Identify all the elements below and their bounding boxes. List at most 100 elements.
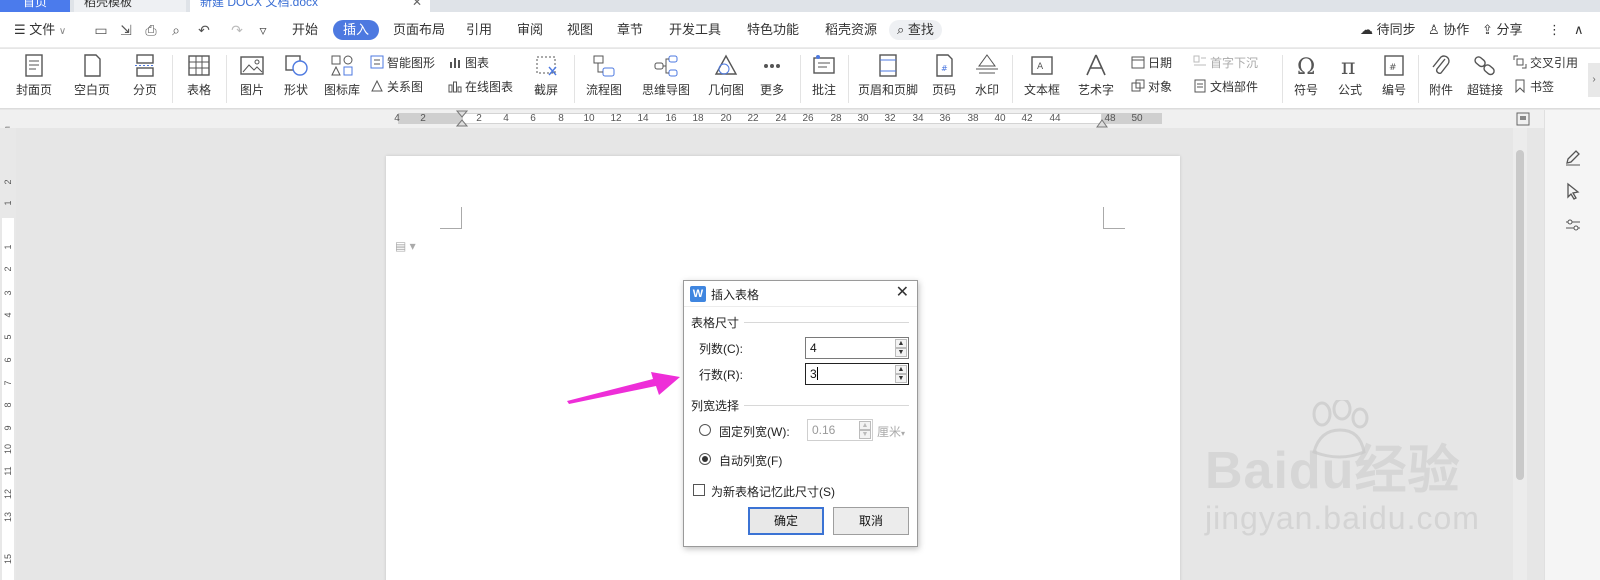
- fixed-width-radio[interactable]: [699, 424, 711, 436]
- ribbon-separator: [1418, 55, 1419, 103]
- customize-icon[interactable]: ▿: [255, 22, 271, 38]
- object-button[interactable]: 对象: [1131, 77, 1172, 97]
- remember-size-checkbox[interactable]: [693, 484, 705, 496]
- blank-page-button[interactable]: 空白页: [66, 49, 118, 109]
- unit-select[interactable]: 厘米▾: [877, 423, 905, 440]
- drop-cap-button[interactable]: 首字下沉: [1193, 53, 1258, 73]
- scrollbar-thumb[interactable]: [1516, 150, 1524, 480]
- shape-button[interactable]: 形状: [274, 49, 318, 109]
- indent-marker-icon[interactable]: [456, 110, 468, 130]
- auto-width-radio[interactable]: [699, 453, 711, 465]
- geometry-button[interactable]: 几何图: [702, 49, 750, 109]
- ribbon-scroll-right-icon[interactable]: ›: [1588, 63, 1600, 97]
- right-indent-marker-icon[interactable]: [1096, 118, 1108, 128]
- stepper-up-icon[interactable]: ▲: [895, 339, 907, 348]
- geometry-icon: [714, 54, 738, 75]
- paragraph-marker-icon[interactable]: ▤ ▾: [395, 239, 416, 253]
- more-button[interactable]: 更多: [752, 49, 792, 109]
- collapse-ribbon-icon[interactable]: ∧: [1574, 12, 1584, 48]
- menu-start[interactable]: 开始: [292, 12, 318, 48]
- smartart-button[interactable]: 智能图形: [370, 53, 435, 73]
- symbol-button[interactable]: Ω 符号: [1286, 49, 1326, 109]
- menu-view[interactable]: 视图: [567, 12, 593, 48]
- chart-button[interactable]: 图表: [448, 53, 489, 73]
- flowchart-button[interactable]: 流程图: [578, 49, 630, 109]
- menu-insert[interactable]: 插入: [333, 20, 380, 40]
- hyperlink-label: 超链接: [1466, 83, 1503, 97]
- cross-ref-button[interactable]: 交叉引用: [1513, 53, 1578, 73]
- stepper-down-icon[interactable]: ▼: [895, 374, 907, 383]
- bookmark-button[interactable]: 书签: [1513, 77, 1554, 97]
- formula-button[interactable]: π 公式: [1328, 49, 1372, 109]
- hyperlink-button[interactable]: 超链接: [1462, 49, 1508, 109]
- columns-label: 列数(C):: [699, 342, 743, 356]
- doc-parts-button[interactable]: 文档部件: [1193, 77, 1258, 97]
- icon-library-button[interactable]: 图标库: [320, 49, 364, 109]
- search-button[interactable]: ⌕ 查找: [889, 20, 942, 40]
- stepper-down-icon[interactable]: ▼: [859, 430, 871, 439]
- stepper-down-icon[interactable]: ▼: [895, 348, 907, 357]
- header-footer-button[interactable]: 页眉和页脚: [852, 49, 924, 109]
- page-view-icon[interactable]: [1516, 112, 1530, 126]
- menu-layout[interactable]: 页面布局: [393, 12, 445, 48]
- picture-button[interactable]: 图片: [230, 49, 274, 109]
- menu-review[interactable]: 审阅: [517, 12, 543, 48]
- stepper-up-icon[interactable]: ▲: [895, 365, 907, 374]
- table-label: 表格: [186, 83, 211, 97]
- textbox-button[interactable]: A 文本框: [1016, 49, 1068, 109]
- dialog-title-bar[interactable]: W 插入表格 ✕: [684, 281, 917, 307]
- wordart-button[interactable]: 艺术字: [1070, 49, 1122, 109]
- cancel-button[interactable]: 取消: [833, 507, 909, 535]
- adjust-sliders-icon[interactable]: [1564, 216, 1582, 234]
- date-button[interactable]: 日期: [1131, 53, 1172, 73]
- auto-width-label[interactable]: 自动列宽(F): [719, 452, 782, 469]
- table-button[interactable]: 表格: [176, 49, 222, 109]
- page-number-button[interactable]: # 页码: [924, 49, 964, 109]
- menu-chapter[interactable]: 章节: [617, 12, 643, 48]
- menu-docer-resources[interactable]: 稻壳资源: [825, 12, 877, 48]
- screenshot-button[interactable]: 截屏: [522, 49, 570, 109]
- watermark-button[interactable]: 水印: [966, 49, 1008, 109]
- tab-home[interactable]: 首页: [0, 0, 70, 12]
- save-icon[interactable]: ▭: [93, 22, 109, 38]
- numbering-button[interactable]: # 编号: [1374, 49, 1414, 109]
- file-menu[interactable]: ☰ 文件 ∨: [14, 12, 66, 48]
- ribbon-separator: [1012, 55, 1013, 103]
- share-button[interactable]: ⇪ 分享: [1482, 12, 1523, 48]
- menu-developer[interactable]: 开发工具: [669, 12, 721, 48]
- columns-stepper[interactable]: 4 ▲ ▼: [805, 337, 909, 359]
- cover-page-button[interactable]: 封面页: [8, 49, 60, 109]
- stepper-up-icon[interactable]: ▲: [859, 421, 871, 430]
- close-icon[interactable]: ✕: [896, 284, 909, 302]
- page-break-button[interactable]: 分页: [122, 49, 168, 109]
- collab-button[interactable]: ♙ 协作: [1428, 12, 1469, 48]
- edit-pen-icon[interactable]: [1564, 148, 1582, 166]
- header-footer-icon: [879, 54, 897, 77]
- columns-value: 4: [810, 341, 817, 355]
- tab-document[interactable]: 新建 DOCX 文档.docx ✕: [190, 0, 430, 12]
- ok-button[interactable]: 确定: [748, 507, 824, 535]
- remember-size-label[interactable]: 为新表格记忆此尺寸(S): [711, 483, 835, 500]
- relation-chart-button[interactable]: 关系图: [370, 77, 423, 97]
- print-preview-icon[interactable]: ⌕: [168, 22, 184, 38]
- export-icon[interactable]: ⇲: [118, 22, 134, 38]
- mindmap-button[interactable]: 思维导图: [634, 49, 698, 109]
- undo-icon[interactable]: ↶: [196, 22, 212, 38]
- fixed-width-label[interactable]: 固定列宽(W):: [719, 423, 790, 440]
- fixed-width-stepper[interactable]: 0.16 ▲ ▼: [807, 419, 873, 441]
- menu-references[interactable]: 引用: [466, 12, 492, 48]
- redo-icon[interactable]: ↷: [229, 22, 245, 38]
- select-cursor-icon[interactable]: [1564, 182, 1582, 200]
- tab-close-icon[interactable]: ✕: [412, 0, 422, 12]
- horizontal-ruler[interactable]: 4 2 2 4 6 8 10 12 14 16 18 20 22 24 26 28 30 32 34 36 38 40 42…: [0, 110, 1600, 128]
- print-icon[interactable]: ⎙: [143, 22, 159, 38]
- sync-button[interactable]: ☁ 待同步: [1360, 12, 1416, 48]
- online-chart-button[interactable]: 在线图表: [448, 77, 513, 97]
- menu-features[interactable]: 特色功能: [747, 12, 799, 48]
- rows-stepper[interactable]: 3 ▲ ▼: [805, 363, 909, 385]
- vertical-ruler-tick-label: 8: [3, 402, 13, 408]
- attachment-button[interactable]: 附件: [1422, 49, 1460, 109]
- comment-button[interactable]: 批注: [804, 49, 844, 109]
- more-menu-icon[interactable]: ⋮: [1548, 12, 1561, 48]
- tab-docer[interactable]: 稻壳模板: [74, 0, 186, 12]
